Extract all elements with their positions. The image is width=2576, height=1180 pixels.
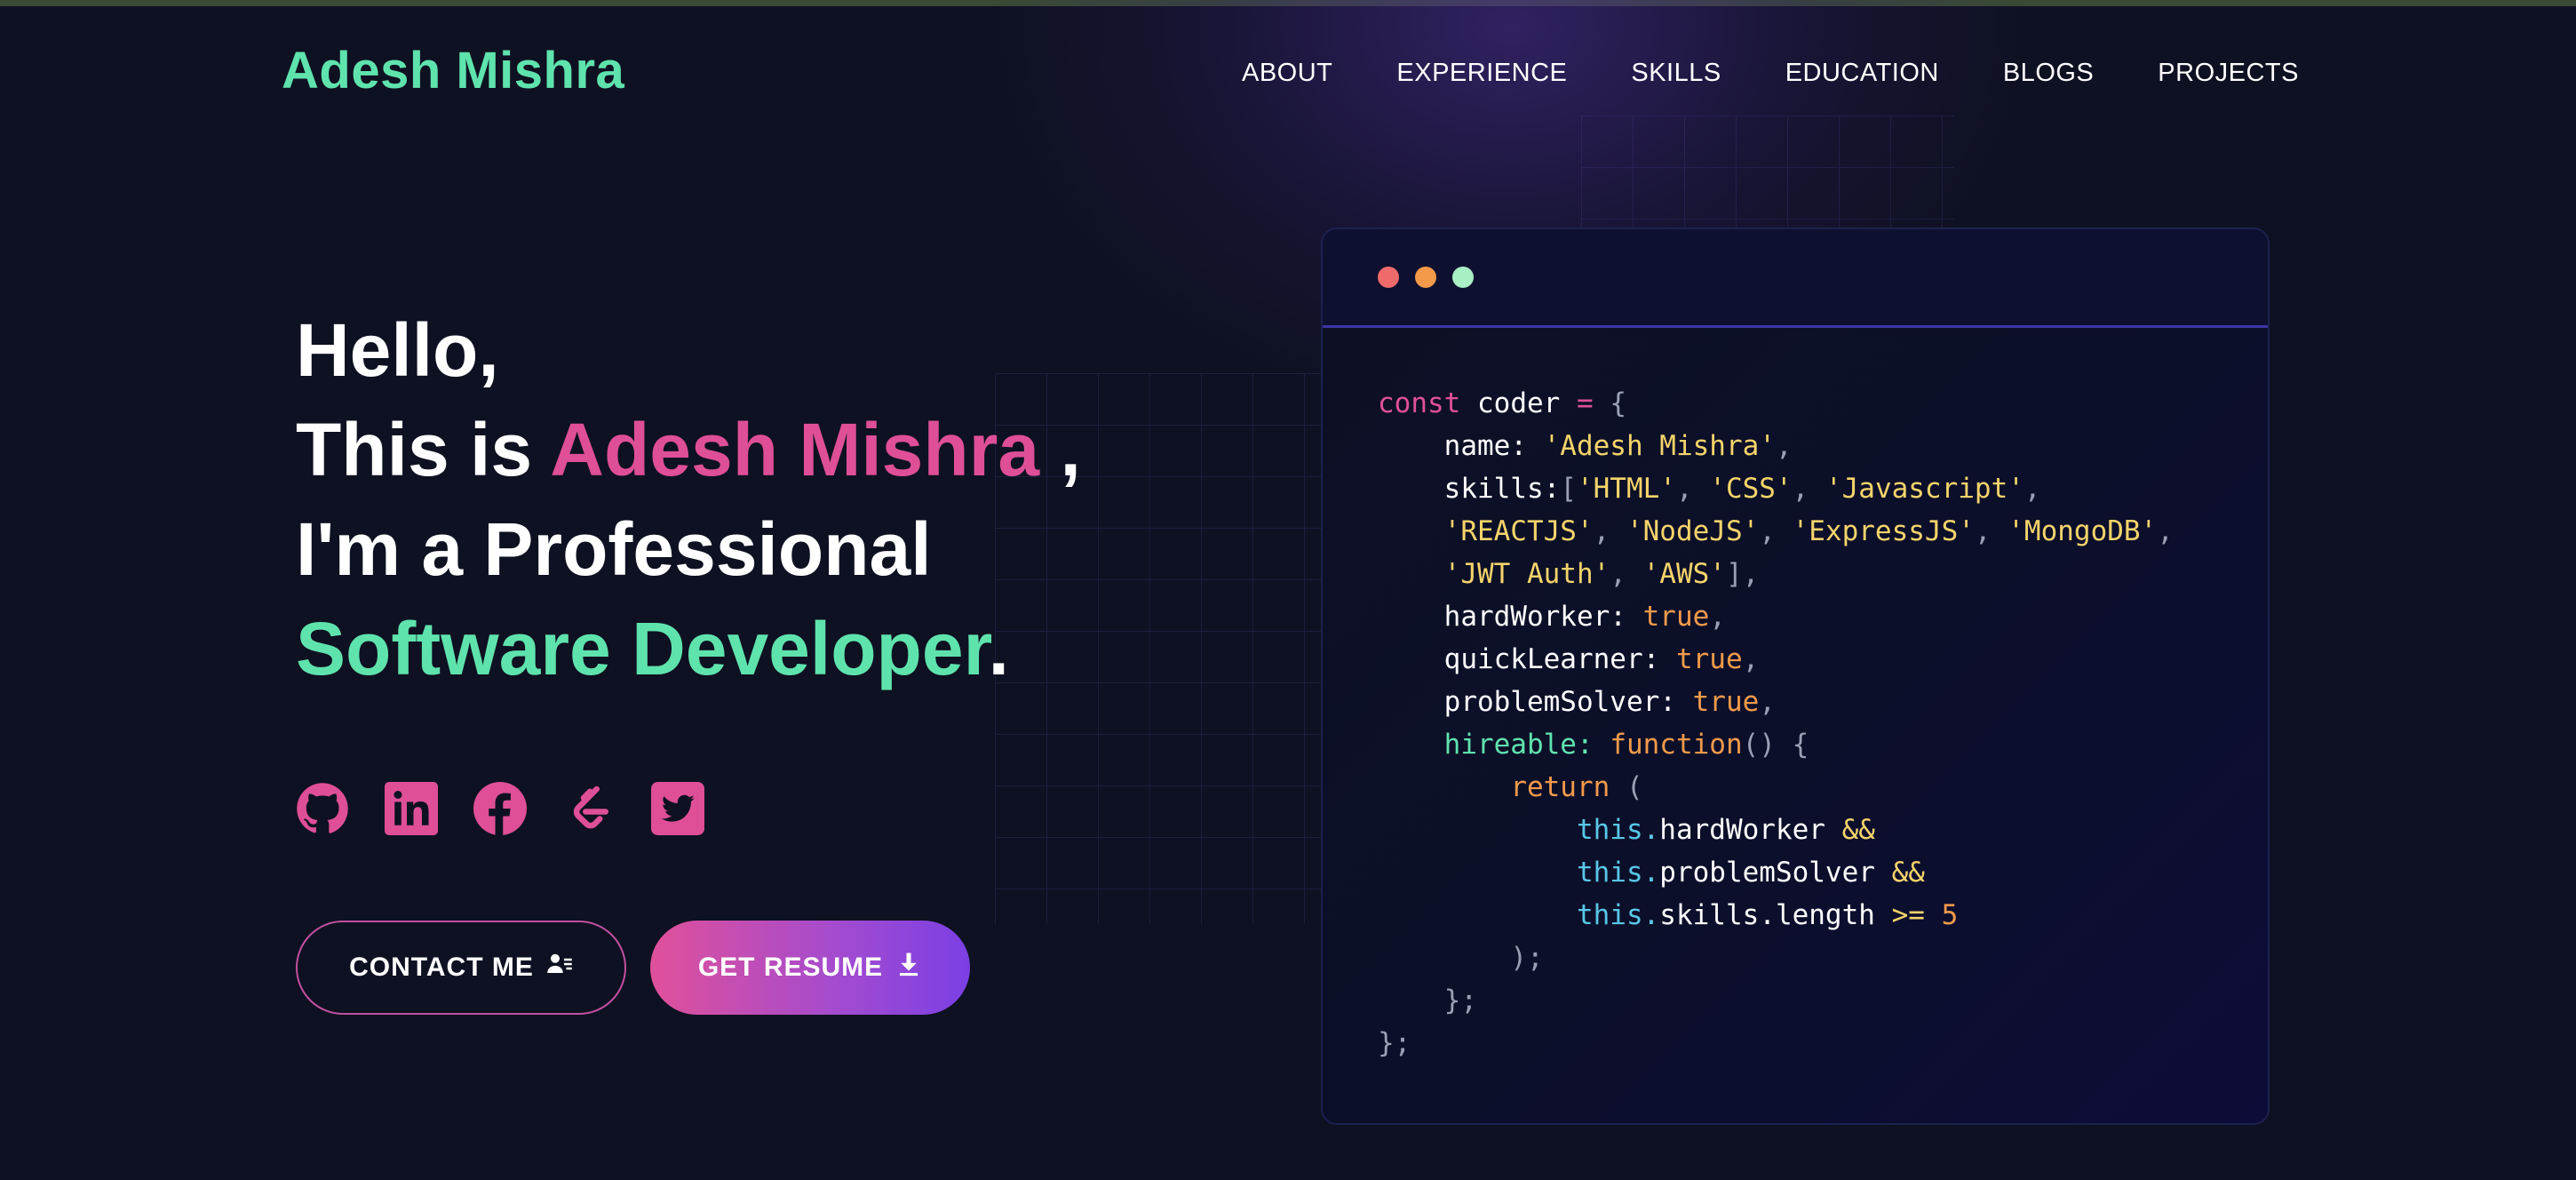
github-icon[interactable] [296, 782, 349, 835]
window-minimize-dot [1415, 267, 1436, 288]
window-close-dot [1378, 267, 1399, 288]
get-resume-button[interactable]: GET RESUME [650, 921, 970, 1015]
twitter-icon[interactable] [651, 782, 704, 835]
contact-me-label: CONTACT ME [349, 953, 534, 982]
hero-line-3: I'm a Professional [296, 507, 932, 591]
site-logo[interactable]: Adesh Mishra [282, 41, 624, 100]
hero-line-2-suffix: , [1039, 408, 1081, 491]
nav-blogs[interactable]: BLOGS [2003, 59, 2094, 88]
contact-icon [546, 951, 573, 985]
nav-education[interactable]: EDUCATION [1785, 59, 1939, 88]
download-icon [895, 951, 922, 985]
code-window: const coder = { name: 'Adesh Mishra', sk… [1321, 227, 2270, 1125]
hero-heading: Hello, This is Adesh Mishra , I'm a Prof… [296, 300, 1081, 698]
hero-line-4-suffix: . [988, 607, 1009, 690]
nav-projects[interactable]: PROJECTS [2158, 59, 2299, 88]
linkedin-icon[interactable] [385, 782, 438, 835]
hero-line-1: Hello, [296, 308, 499, 392]
hero-line-2: This is Adesh Mishra , [296, 400, 1081, 499]
hero-line-2-prefix: This is [296, 408, 551, 491]
nav-about[interactable]: ABOUT [1242, 59, 1332, 88]
hero-role: Software Developer [296, 607, 989, 690]
facebook-icon[interactable] [473, 782, 527, 835]
nav-experience[interactable]: EXPERIENCE [1396, 59, 1567, 88]
hero-name: Adesh Mishra [550, 408, 1040, 491]
code-window-header [1323, 229, 2268, 328]
main-nav: ABOUT EXPERIENCE SKILLS EDUCATION BLOGS … [1242, 59, 2299, 88]
contact-me-button[interactable]: CONTACT ME [296, 921, 626, 1015]
social-links [296, 782, 704, 835]
nav-skills[interactable]: SKILLS [1631, 59, 1721, 88]
hero-line-4: Software Developer. [296, 599, 1081, 698]
code-block: const coder = { name: 'Adesh Mishra', sk… [1378, 387, 2174, 1059]
leetcode-icon[interactable] [562, 782, 616, 835]
background-grid-top [1581, 116, 1954, 231]
window-maximize-dot [1452, 267, 1474, 288]
get-resume-label: GET RESUME [697, 953, 884, 982]
